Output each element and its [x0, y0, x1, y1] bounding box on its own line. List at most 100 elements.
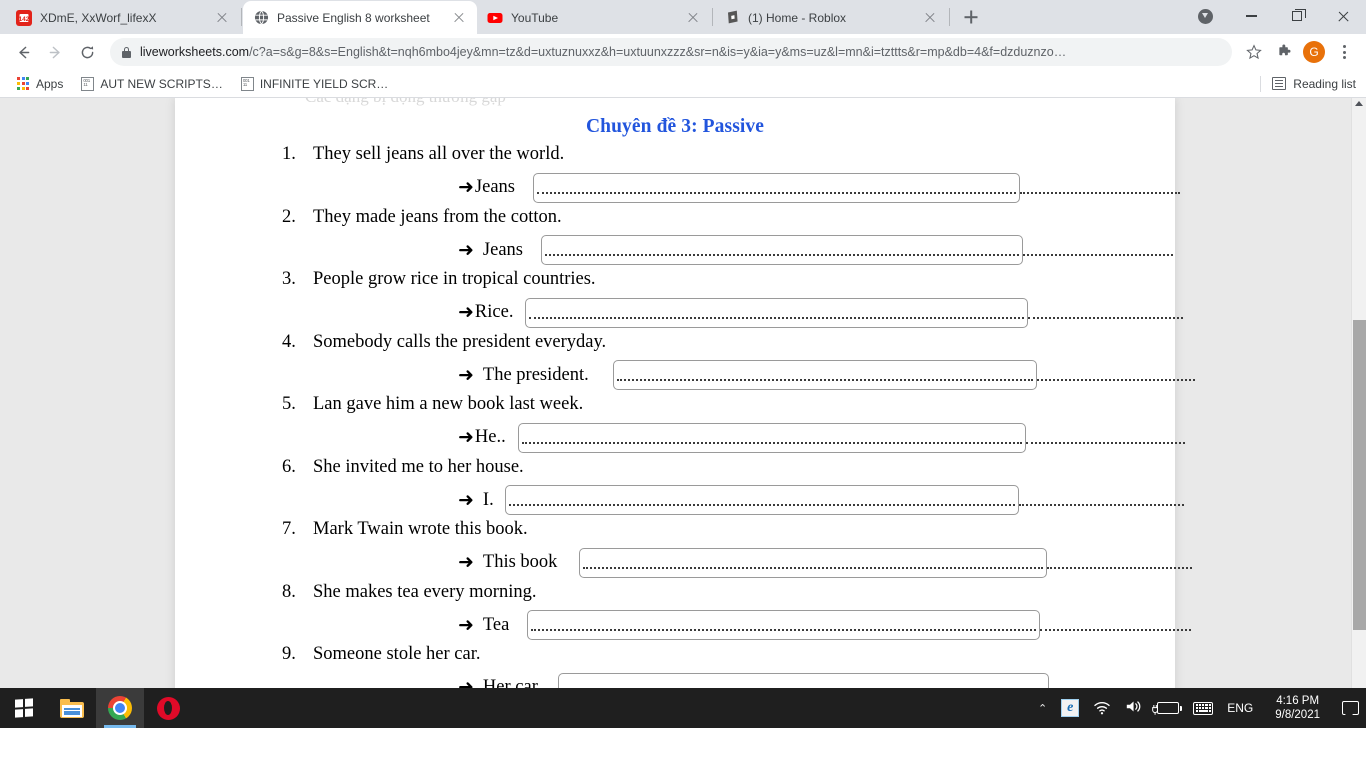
answer-prefix: Tea [482, 614, 510, 635]
profile-button[interactable]: G [1300, 38, 1328, 66]
tray-battery-button[interactable] [1150, 688, 1186, 728]
globe-icon [253, 10, 269, 26]
tab-title: (1) Home - Roblox [748, 10, 847, 25]
reading-list-button[interactable]: Reading list [1260, 75, 1356, 92]
windows-taskbar: ⌃ e ENG 4:16 PM 9/8/2021 [0, 688, 1366, 728]
update-dot-icon [1197, 8, 1213, 24]
answer-input-box[interactable] [613, 360, 1037, 390]
answer-input[interactable] [526, 298, 1027, 327]
question-text: They sell jeans all over the world. [313, 144, 565, 164]
question-number: 9. [282, 644, 296, 664]
extensions-button[interactable] [1270, 38, 1298, 66]
tray-clock-button[interactable]: 4:16 PM 9/8/2021 [1260, 688, 1335, 728]
reload-button[interactable] [72, 37, 102, 67]
maximize-icon [1292, 8, 1306, 21]
scrollbar-thumb[interactable] [1353, 320, 1366, 630]
answer-line: ➜ I. [215, 483, 1184, 517]
answer-input[interactable] [580, 548, 1046, 577]
back-button[interactable] [8, 37, 38, 67]
question-line: 5. Lan gave him a new book last week. [215, 395, 1135, 414]
close-window-button[interactable] [1320, 0, 1366, 32]
opera-icon [156, 696, 180, 720]
tab-close-icon[interactable] [451, 10, 467, 26]
lock-icon [122, 46, 131, 58]
tab-0[interactable]: 142 XDmE, XxWorf_lifexX [6, 1, 240, 34]
tray-keyboard-button[interactable] [1186, 688, 1220, 728]
bookmark-item-1[interactable]: 001 11 INFINITE YIELD SCR… [234, 74, 395, 94]
question-number: 7. [282, 519, 296, 539]
question-list: 1. They sell jeans all over the world. ➜ Je… [215, 145, 1195, 705]
bookmarks-bar: Apps 001 11 AUT NEW SCRIPTS… 001 11 INFINI… [0, 70, 1366, 98]
address-bar[interactable]: liveworksheets.com/c?a=s&g=8&s=English&t… [110, 38, 1232, 66]
page-scrollbar[interactable] [1351, 98, 1366, 728]
bookmark-apps[interactable]: Apps [10, 74, 70, 94]
dotted-line [1020, 191, 1180, 194]
answer-input-box[interactable] [527, 610, 1040, 640]
question-text: Lan gave him a new book last week. [313, 394, 584, 414]
minimize-button[interactable] [1228, 0, 1274, 32]
answer-input-box[interactable] [525, 297, 1028, 328]
start-button[interactable] [0, 688, 48, 728]
tab-title: Passive English 8 worksheet [277, 10, 430, 25]
taskbar-opera[interactable] [144, 688, 192, 728]
page-viewport: Các dạng bị động thường gặp Chuyên đề 3:… [0, 98, 1366, 728]
new-tab-button[interactable] [957, 3, 985, 31]
answer-input[interactable] [542, 236, 1022, 264]
chrome-menu-button[interactable] [1330, 38, 1358, 66]
answer-input[interactable] [528, 611, 1039, 639]
taskbar-file-explorer[interactable] [48, 688, 96, 728]
answer-prefix: Jeans [482, 239, 523, 260]
wifi-icon [1093, 701, 1111, 715]
bookmark-star-button[interactable] [1240, 38, 1268, 66]
answer-input[interactable] [614, 361, 1036, 389]
dotted-line [1037, 379, 1195, 381]
window-controls [1182, 0, 1366, 32]
tray-expand-button[interactable]: ⌃ [1031, 688, 1054, 728]
answer-line: ➜ Jeans [215, 233, 1173, 267]
tab-close-icon[interactable] [922, 10, 938, 26]
clipped-top-line: Các dạng bị động thường gặp [215, 98, 1135, 112]
tab-close-icon[interactable] [685, 10, 701, 26]
avatar: G [1303, 41, 1325, 63]
tray-internet-explorer[interactable]: e [1054, 688, 1086, 728]
tab-2[interactable]: YouTube [477, 1, 711, 34]
tab-close-icon[interactable] [214, 10, 230, 26]
scroll-up-arrow-icon[interactable] [1355, 101, 1363, 106]
question-number: 4. [282, 331, 296, 352]
tab-3[interactable]: (1) Home - Roblox [714, 1, 948, 34]
answer-input[interactable] [534, 173, 1019, 202]
update-indicator-button[interactable] [1182, 0, 1228, 32]
answer-input-box[interactable] [579, 547, 1047, 578]
tab-1[interactable]: Passive English 8 worksheet [243, 1, 477, 34]
tray-language-button[interactable]: ENG [1220, 688, 1260, 728]
question-line: 4. Somebody calls the president everyday. [215, 331, 1135, 352]
answer-input-box[interactable] [533, 172, 1020, 203]
answer-input[interactable] [506, 486, 1018, 514]
dotted-line [1047, 566, 1192, 569]
tab-divider [949, 8, 950, 26]
tray-volume-button[interactable] [1118, 688, 1150, 728]
maximize-button[interactable] [1274, 0, 1320, 32]
answer-input-box[interactable] [541, 235, 1023, 265]
bookmark-item-0[interactable]: 001 11 AUT NEW SCRIPTS… [74, 74, 229, 94]
dotted-line [1028, 316, 1183, 319]
divider [1260, 75, 1262, 92]
answer-input-box[interactable] [505, 485, 1019, 515]
question-line: 1. They sell jeans all over the world. [215, 145, 1135, 164]
tray-notifications-button[interactable] [1335, 688, 1366, 728]
answer-input-box[interactable] [518, 422, 1026, 453]
tray-network-button[interactable] [1086, 688, 1118, 728]
page-title: Chuyên đề 3: Passive [585, 116, 765, 137]
document-icon: 001 11 [240, 76, 254, 91]
tab-title: XDmE, XxWorf_lifexX [40, 10, 157, 25]
answer-input[interactable] [519, 423, 1025, 452]
bookmark-label: AUT NEW SCRIPTS… [100, 76, 223, 91]
answer-line: ➜ Rice. [215, 296, 1183, 330]
clipped-top-text: Các dạng bị động thường gặp [305, 98, 506, 107]
arrow-icon: ➜ [458, 238, 474, 261]
folder-icon [60, 698, 84, 718]
forward-button[interactable] [40, 37, 70, 67]
roblox-group-icon: 142 [16, 9, 32, 26]
svg-text:142: 142 [19, 15, 30, 22]
taskbar-google-chrome[interactable] [96, 688, 144, 728]
